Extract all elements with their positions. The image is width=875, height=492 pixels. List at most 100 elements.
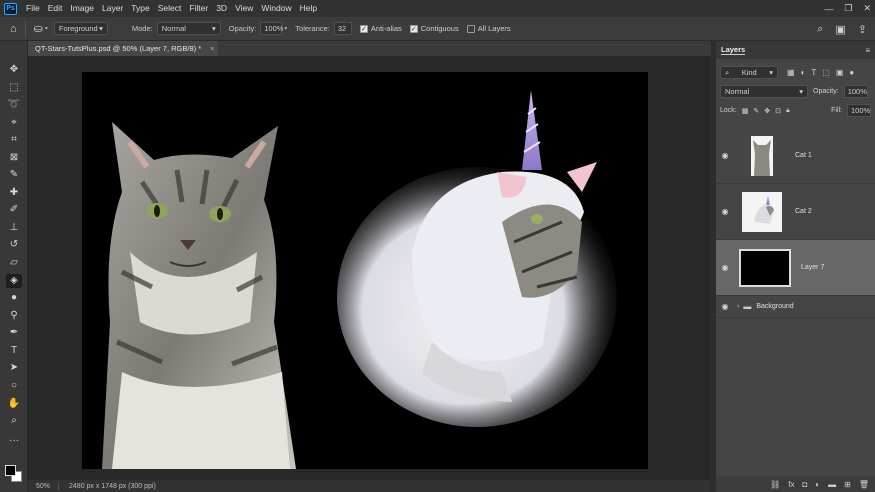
chevron-down-icon: ▾ — [769, 68, 773, 77]
contiguous-checkbox[interactable]: ✓ — [409, 24, 418, 33]
menu-edit[interactable]: Edit — [44, 0, 67, 17]
cat-2-image — [337, 90, 617, 427]
restore-icon[interactable]: ❐ — [844, 3, 852, 14]
paint-bucket-tool-icon[interactable]: ◈ — [6, 274, 22, 288]
eyedropper-tool-icon[interactable]: ✎ — [6, 168, 22, 182]
canvas-work-area[interactable] — [28, 56, 711, 480]
crop-tool-icon[interactable]: ⌗ — [6, 133, 22, 147]
menu-type[interactable]: Type — [127, 0, 153, 17]
chevron-down-icon[interactable]: ▾ — [284, 25, 287, 32]
fill-source-dropdown[interactable]: Foreground ▾ — [53, 22, 108, 35]
anti-alias-checkbox[interactable]: ✓ — [359, 24, 368, 33]
ellipse-tool-icon[interactable]: ○ — [6, 379, 22, 393]
clone-stamp-tool-icon[interactable]: ⊥ — [6, 221, 22, 235]
opacity-field[interactable]: 100% — [260, 22, 283, 35]
eye-icon[interactable]: ◉ — [716, 263, 734, 272]
healing-brush-tool-icon[interactable]: ✚ — [6, 186, 22, 200]
lock-position-icon[interactable]: ✥ — [764, 107, 770, 115]
eye-icon[interactable]: ◉ — [716, 151, 734, 160]
layer-style-icon[interactable]: fx — [788, 480, 794, 489]
zoom-level[interactable]: 50% — [28, 482, 60, 490]
home-icon[interactable]: ⌂ — [10, 23, 17, 35]
type-tool-icon[interactable]: T — [6, 344, 22, 358]
menu-file[interactable]: File — [22, 0, 44, 17]
close-tab-icon[interactable]: × — [210, 44, 214, 53]
move-tool-icon[interactable]: ✥ — [6, 63, 22, 77]
menu-window[interactable]: Window — [257, 0, 295, 17]
layer-row-background[interactable]: ◉ › ▬ Background — [716, 296, 875, 318]
layers-panel-title[interactable]: Layers — [721, 45, 746, 55]
eye-icon[interactable]: ◉ — [716, 207, 734, 216]
document-info[interactable]: 2480 px x 1748 px (300 ppi) — [59, 483, 156, 490]
layer-kind-filter[interactable]: ⌕ Kind ▾ — [720, 66, 778, 79]
chevron-down-icon[interactable]: ▾ — [45, 25, 48, 32]
foreground-color-swatch[interactable] — [5, 465, 16, 476]
anti-alias-label: Anti-alias — [370, 24, 402, 33]
add-mask-icon[interactable]: ◘ — [802, 480, 807, 489]
adjustment-layer-icon[interactable]: ◐ — [815, 480, 820, 489]
link-layers-icon[interactable]: ⛓ — [770, 480, 780, 489]
panel-menu-icon[interactable]: ≡ — [865, 46, 870, 55]
adjustment-filter-icon[interactable]: ◐ — [801, 68, 806, 77]
hand-tool-icon[interactable]: ✋ — [6, 397, 22, 411]
eye-icon[interactable]: ◉ — [716, 302, 734, 311]
mode-dropdown[interactable]: Normal ▾ — [156, 22, 221, 35]
lock-artboard-icon[interactable]: ⊡ — [775, 107, 781, 115]
blur-tool-icon[interactable]: ● — [6, 291, 22, 305]
frame-tool-icon[interactable]: ⊠ — [6, 151, 22, 165]
all-layers-checkbox[interactable] — [466, 24, 475, 33]
layer-name[interactable]: Cat 1 — [795, 152, 812, 159]
delete-layer-icon[interactable]: 🗑︎ — [859, 480, 869, 489]
lock-all-icon[interactable]: 🔒︎ — [786, 107, 790, 115]
pen-tool-icon[interactable]: ✒ — [6, 326, 22, 340]
blend-mode-dropdown[interactable]: Normal ▾ — [720, 85, 808, 98]
type-filter-icon[interactable]: T — [811, 68, 816, 77]
layer-row-cat-1[interactable]: ◉ Cat 1 — [716, 128, 875, 184]
document-canvas[interactable] — [82, 72, 648, 469]
filter-toggle-icon[interactable]: ● — [849, 68, 854, 77]
tolerance-field[interactable]: 32 — [333, 22, 352, 35]
layer-name[interactable]: Cat 2 — [795, 208, 812, 215]
paint-bucket-preset-icon[interactable]: ⛀ — [34, 22, 43, 35]
share-icon[interactable]: ⇪ — [858, 23, 867, 36]
close-window-icon[interactable]: ✕ — [863, 3, 871, 14]
workspace-icon[interactable]: ▣ — [835, 23, 845, 36]
menu-filter[interactable]: Filter — [185, 0, 212, 17]
menu-view[interactable]: View — [231, 0, 257, 17]
smart-object-filter-icon[interactable]: ▣ — [836, 68, 844, 77]
menu-help[interactable]: Help — [296, 0, 321, 17]
search-icon[interactable]: ⌕ — [817, 23, 823, 36]
dodge-tool-icon[interactable]: ⚲ — [6, 309, 22, 323]
new-group-icon[interactable]: ▬ — [828, 480, 836, 489]
layers-panel: Layers ≡ ⌕ Kind ▾ ▦ ◐ T ⬚ ▣ ● Normal ▾ O… — [716, 41, 875, 492]
chevron-right-icon[interactable]: › — [737, 303, 739, 310]
layer-name[interactable]: Background — [756, 303, 793, 310]
layer-row-layer-7[interactable]: ◉ Layer 7 — [716, 240, 875, 296]
shape-filter-icon[interactable]: ⬚ — [822, 68, 830, 77]
layer-opacity-field[interactable]: 100% — [843, 85, 868, 98]
minimize-icon[interactable]: — — [824, 4, 833, 14]
path-selection-tool-icon[interactable]: ➤ — [6, 361, 22, 375]
layer-row-cat-2[interactable]: ◉ Cat 2 — [716, 184, 875, 240]
marquee-tool-icon[interactable]: ⬚ — [6, 81, 22, 95]
lasso-tool-icon[interactable]: ➰ — [6, 98, 22, 112]
brush-tool-icon[interactable]: ✐ — [6, 203, 22, 217]
zoom-tool-icon[interactable]: ⌕ — [6, 414, 22, 428]
lock-transparent-icon[interactable]: ▩ — [742, 107, 749, 115]
document-tab[interactable]: QT-Stars-TutsPlus.psd @ 50% (Layer 7, RG… — [28, 41, 218, 56]
pixel-filter-icon[interactable]: ▦ — [787, 68, 795, 77]
menu-image[interactable]: Image — [66, 0, 98, 17]
layer-thumbnail — [737, 245, 793, 291]
lock-image-icon[interactable]: ✎ — [753, 107, 759, 115]
menu-3d[interactable]: 3D — [212, 0, 231, 17]
photoshop-logo-icon[interactable]: Ps — [4, 2, 17, 15]
eraser-tool-icon[interactable]: ▱ — [6, 256, 22, 270]
more-tools-icon[interactable]: ··· — [6, 434, 22, 448]
fill-field[interactable]: 100% — [847, 104, 871, 117]
quick-select-tool-icon[interactable]: ⌖ — [6, 116, 22, 130]
layer-name[interactable]: Layer 7 — [801, 264, 824, 271]
menu-select[interactable]: Select — [154, 0, 186, 17]
menu-layer[interactable]: Layer — [98, 0, 127, 17]
new-layer-icon[interactable]: ⊞ — [844, 480, 851, 489]
history-brush-tool-icon[interactable]: ↺ — [6, 238, 22, 252]
